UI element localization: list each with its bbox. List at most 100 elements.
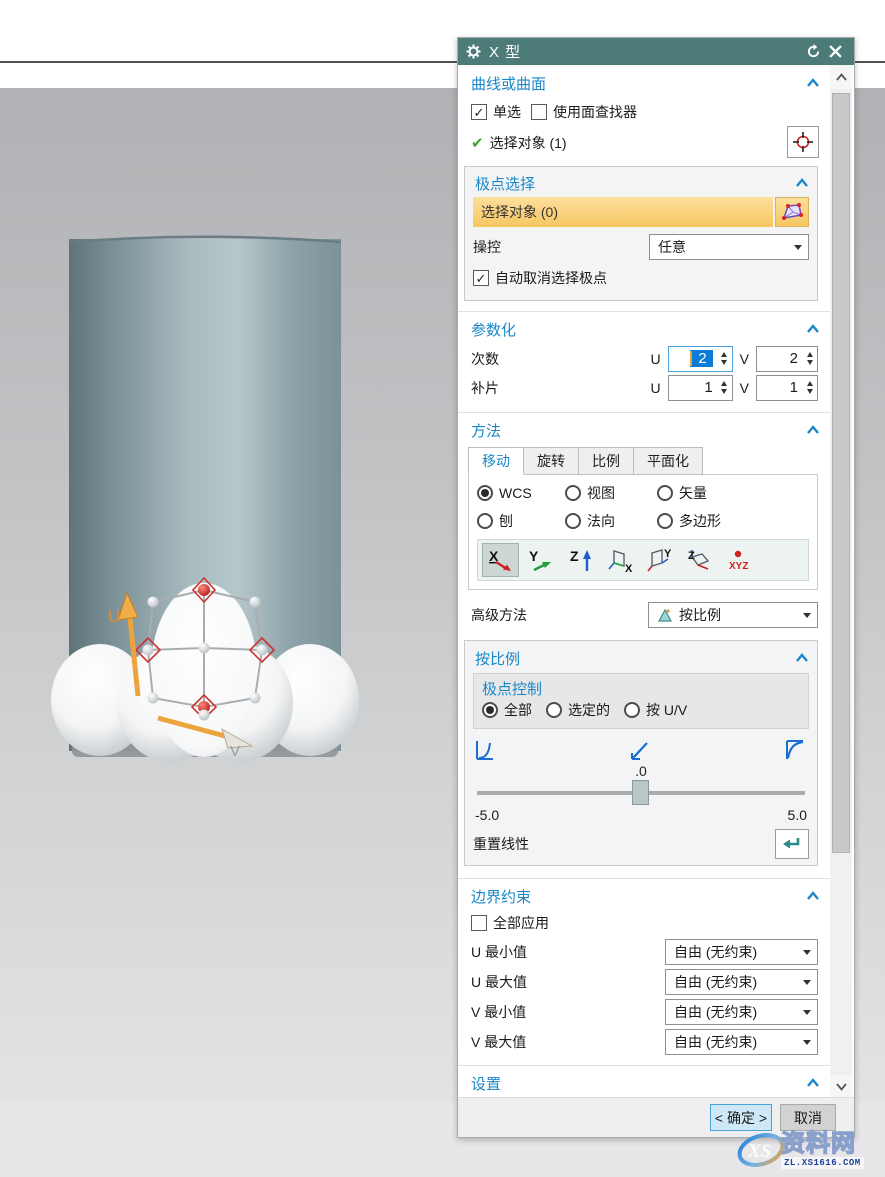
auto-deselect-checkbox[interactable]: ✓ bbox=[473, 270, 489, 286]
patches-label: 补片 bbox=[471, 378, 499, 398]
svg-text:Z: Z bbox=[688, 550, 695, 562]
collapse-chevron-icon[interactable] bbox=[806, 891, 820, 901]
pole-selection-header[interactable]: 极点选择 bbox=[473, 171, 809, 195]
select-object-label[interactable]: 选择对象 (1) bbox=[490, 133, 567, 153]
method-tabs: 移动 旋转 比例 平面化 bbox=[468, 447, 830, 475]
close-icon[interactable] bbox=[824, 41, 846, 63]
section-title: 参数化 bbox=[471, 319, 516, 340]
section-method-header[interactable]: 方法 bbox=[458, 417, 830, 443]
slider-min-label: -5.0 bbox=[475, 807, 499, 823]
snap-point-button[interactable] bbox=[787, 126, 819, 158]
yz-plane-button[interactable]: X bbox=[602, 543, 639, 577]
degree-label: 次数 bbox=[471, 349, 499, 369]
xyz-point-button[interactable]: XYZ bbox=[722, 543, 759, 577]
spin-up-icon[interactable] bbox=[721, 352, 727, 357]
section-title: 方法 bbox=[471, 420, 501, 441]
collapse-chevron-icon[interactable] bbox=[806, 425, 820, 435]
manipulation-dropdown[interactable]: 任意 bbox=[649, 234, 809, 260]
radio-vector[interactable]: 矢量 bbox=[657, 483, 809, 503]
radio-view[interactable]: 视图 bbox=[565, 483, 657, 503]
single-select-checkbox[interactable]: ✓ bbox=[471, 104, 487, 120]
auto-deselect-label: 自动取消选择极点 bbox=[495, 268, 607, 288]
scroll-down-button[interactable] bbox=[830, 1075, 852, 1099]
tab-scale[interactable]: 比例 bbox=[579, 447, 634, 475]
patch-u-spinner[interactable]: 1 bbox=[668, 375, 733, 401]
single-select-label: 单选 bbox=[493, 102, 521, 122]
u-min-dropdown[interactable]: 自由 (无约束) bbox=[665, 939, 818, 965]
watermark-site: ZL.XS1616.COM bbox=[781, 1157, 864, 1169]
proportional-group: 按比例 极点控制 全部 选定的 按 U/V bbox=[464, 640, 818, 866]
watermark-name: 资料网 bbox=[781, 1132, 856, 1156]
scroll-up-button[interactable] bbox=[830, 65, 852, 89]
degree-v-value: 2 bbox=[790, 350, 798, 367]
select-poles-row[interactable]: 选择对象 (0) bbox=[473, 197, 773, 227]
pole-filter-button[interactable] bbox=[775, 197, 809, 227]
collapse-chevron-icon[interactable] bbox=[795, 653, 809, 663]
degree-v-spinner[interactable]: 2 bbox=[756, 346, 818, 372]
dropdown-arrow-icon bbox=[803, 950, 811, 955]
patch-v-spinner[interactable]: 1 bbox=[756, 375, 818, 401]
v-label: V bbox=[740, 380, 749, 396]
spin-up-icon[interactable] bbox=[807, 352, 813, 357]
select-poles-label: 选择对象 (0) bbox=[481, 202, 558, 222]
z-axis-button[interactable]: Z bbox=[562, 543, 599, 577]
ease-in-curve-icon[interactable] bbox=[475, 739, 497, 761]
tab-move[interactable]: 移动 bbox=[468, 447, 524, 475]
u-label: U bbox=[651, 351, 661, 367]
spin-up-icon[interactable] bbox=[721, 381, 727, 386]
x-axis-button[interactable]: X bbox=[482, 543, 519, 577]
degree-u-spinner[interactable]: 2 bbox=[668, 346, 733, 372]
spin-down-icon[interactable] bbox=[721, 360, 727, 365]
slider-thumb[interactable] bbox=[632, 780, 649, 805]
collapse-chevron-icon[interactable] bbox=[795, 178, 809, 188]
spin-down-icon[interactable] bbox=[807, 389, 813, 394]
reset-icon[interactable] bbox=[802, 41, 824, 63]
advanced-method-value: 按比例 bbox=[679, 605, 799, 625]
radio-by-uv[interactable]: 按 U/V bbox=[624, 700, 687, 720]
y-axis-button[interactable]: Y bbox=[522, 543, 559, 577]
collapse-chevron-icon[interactable] bbox=[806, 324, 820, 334]
ease-out-curve-icon[interactable] bbox=[785, 739, 807, 761]
apply-all-checkbox[interactable]: ✓ bbox=[471, 915, 487, 931]
model-scene[interactable]: U V bbox=[0, 88, 457, 1102]
proportional-header[interactable]: 按比例 bbox=[473, 645, 809, 671]
watermark-logo: XS bbox=[735, 1128, 787, 1172]
linear-curve-icon[interactable] bbox=[630, 739, 652, 761]
xz-plane-button[interactable]: Y bbox=[642, 543, 679, 577]
spin-up-icon[interactable] bbox=[807, 381, 813, 386]
patch-u-value: 1 bbox=[704, 379, 712, 396]
collapse-chevron-icon[interactable] bbox=[806, 78, 820, 88]
radio-all-poles[interactable]: 全部 bbox=[482, 700, 532, 720]
u-max-dropdown[interactable]: 自由 (无约束) bbox=[665, 969, 818, 995]
dropdown-arrow-icon bbox=[803, 1040, 811, 1045]
use-face-finder-checkbox[interactable]: ✓ bbox=[531, 104, 547, 120]
xy-plane-button[interactable]: Z bbox=[682, 543, 719, 577]
v-min-dropdown[interactable]: 自由 (无约束) bbox=[665, 999, 818, 1025]
radio-plane[interactable]: 刨 bbox=[477, 511, 565, 531]
apply-all-label: 全部应用 bbox=[493, 913, 549, 933]
v-max-dropdown[interactable]: 自由 (无约束) bbox=[665, 1029, 818, 1055]
slider-max-label: 5.0 bbox=[788, 807, 807, 823]
tab-rotate[interactable]: 旋转 bbox=[524, 447, 579, 475]
radio-polygon[interactable]: 多边形 bbox=[657, 511, 809, 531]
dialog-scrollbar[interactable] bbox=[830, 65, 852, 1099]
radio-normal[interactable]: 法向 bbox=[565, 511, 657, 531]
section-parameterization-header[interactable]: 参数化 bbox=[458, 316, 830, 342]
section-boundary-header[interactable]: 边界约束 bbox=[458, 883, 830, 909]
proportion-slider[interactable] bbox=[477, 779, 805, 805]
reset-linear-button[interactable] bbox=[775, 829, 809, 859]
scrollbar-thumb[interactable] bbox=[832, 93, 850, 853]
section-curve-or-surface-header[interactable]: 曲线或曲面 bbox=[458, 70, 830, 96]
collapse-chevron-icon[interactable] bbox=[806, 1078, 820, 1088]
section-settings-header[interactable]: 设置 bbox=[458, 1070, 830, 1096]
dialog-titlebar[interactable]: X 型 bbox=[458, 38, 854, 65]
advanced-method-dropdown[interactable]: 按比例 bbox=[648, 602, 818, 628]
pole-selection-group: 极点选择 选择对象 (0) 操控 bbox=[464, 166, 818, 301]
spin-down-icon[interactable] bbox=[807, 360, 813, 365]
spin-down-icon[interactable] bbox=[721, 389, 727, 394]
proportional-icon bbox=[657, 607, 674, 624]
tab-planarize[interactable]: 平面化 bbox=[634, 447, 703, 475]
radio-wcs[interactable]: WCS bbox=[477, 483, 565, 503]
radio-selected-poles[interactable]: 选定的 bbox=[546, 700, 610, 720]
section-title: 边界约束 bbox=[471, 886, 531, 907]
